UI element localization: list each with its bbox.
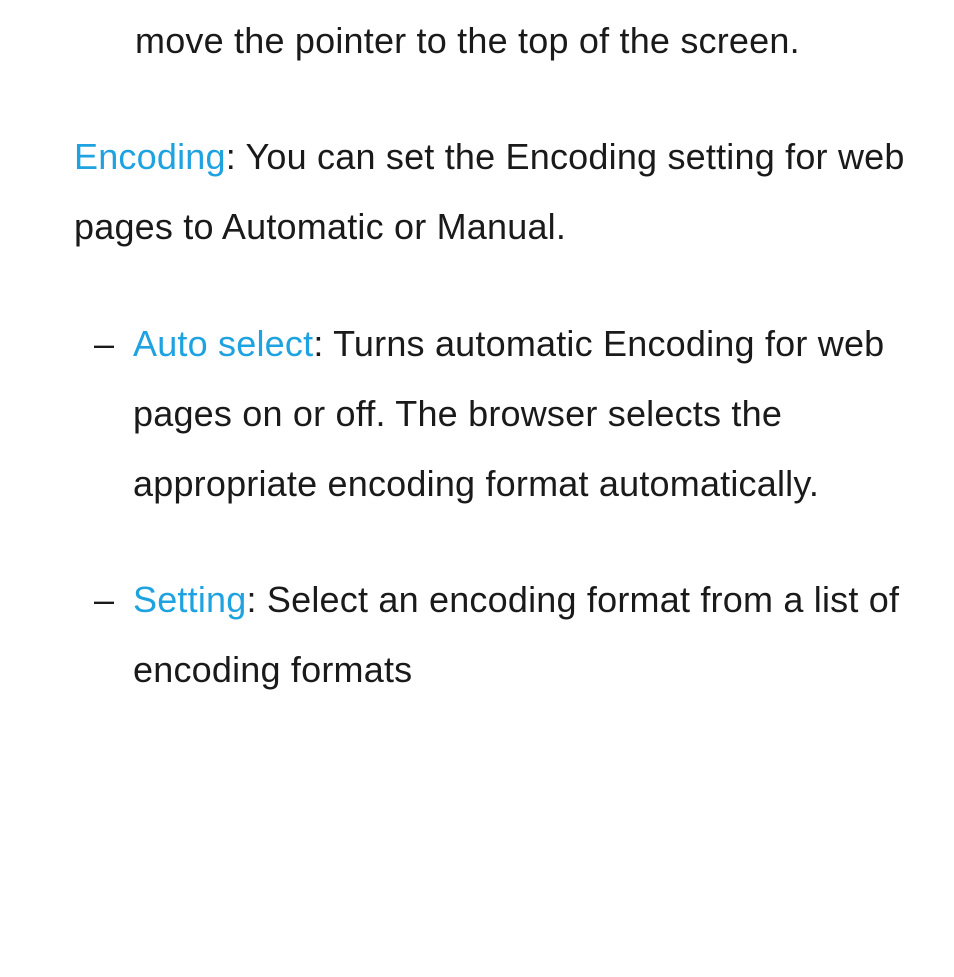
setting-desc: : Select an encoding format from a list … bbox=[133, 579, 899, 690]
dash-icon: – bbox=[94, 565, 114, 635]
setting-item: – Setting: Select an encoding format fro… bbox=[40, 565, 914, 705]
dash-icon: – bbox=[94, 309, 114, 379]
encoding-paragraph: Encoding: You can set the Encoding setti… bbox=[40, 122, 914, 262]
setting-term: Setting bbox=[133, 579, 246, 620]
auto-select-item: – Auto select: Turns automatic Encoding … bbox=[40, 309, 914, 520]
encoding-term: Encoding bbox=[74, 136, 226, 177]
intro-fragment: move the pointer to the top of the scree… bbox=[40, 0, 914, 76]
auto-select-term: Auto select bbox=[133, 323, 313, 364]
document-page: move the pointer to the top of the scree… bbox=[0, 0, 954, 706]
